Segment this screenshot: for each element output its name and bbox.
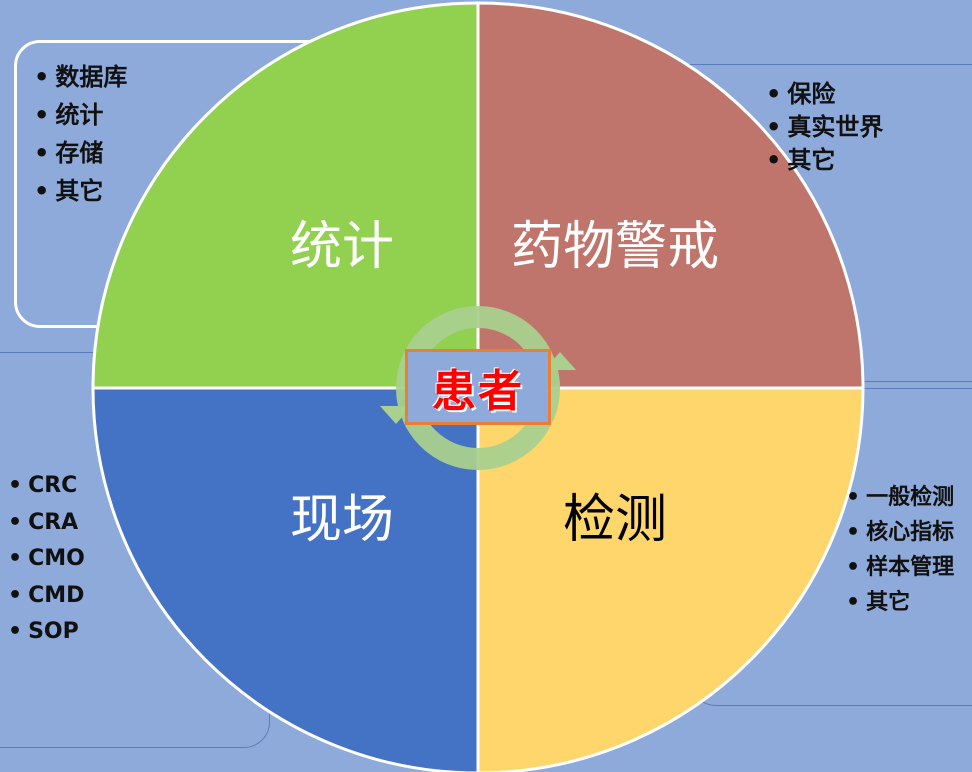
quadrant-label-site: 现场 — [290, 490, 394, 550]
list-item: 一般检测 — [846, 480, 954, 515]
list-item: 其它 — [766, 144, 883, 177]
list-item: CRC — [8, 468, 85, 505]
list-item: SOP — [8, 614, 85, 651]
testing-item-list: 一般检测 核心指标 样本管理 其它 — [846, 480, 954, 620]
list-item: 其它 — [34, 172, 127, 210]
center-patient-box: 患者 — [405, 349, 551, 425]
list-item: CMO — [8, 541, 85, 578]
list-item: 其它 — [846, 585, 954, 620]
list-item: 统计 — [34, 96, 127, 134]
quadrant-label-pharmacovigilance: 药物警戒 — [511, 217, 719, 277]
list-item: 存储 — [34, 134, 127, 172]
list-item: 保险 — [766, 78, 883, 111]
statistics-item-list: 数据库 统计 存储 其它 — [34, 58, 127, 210]
list-item: CRA — [8, 505, 85, 542]
quadrant-label-testing: 检测 — [563, 490, 667, 550]
list-item: 数据库 — [34, 58, 127, 96]
pharmacovigilance-item-list: 保险 真实世界 其它 — [766, 78, 883, 177]
list-item: 核心指标 — [846, 515, 954, 550]
list-item: CMD — [8, 578, 85, 615]
quadrant-label-statistics: 统计 — [290, 217, 394, 277]
list-item: 真实世界 — [766, 111, 883, 144]
list-item: 样本管理 — [846, 550, 954, 585]
site-item-list: CRC CRA CMO CMD SOP — [8, 468, 85, 651]
center-label: 患者 — [432, 366, 524, 417]
